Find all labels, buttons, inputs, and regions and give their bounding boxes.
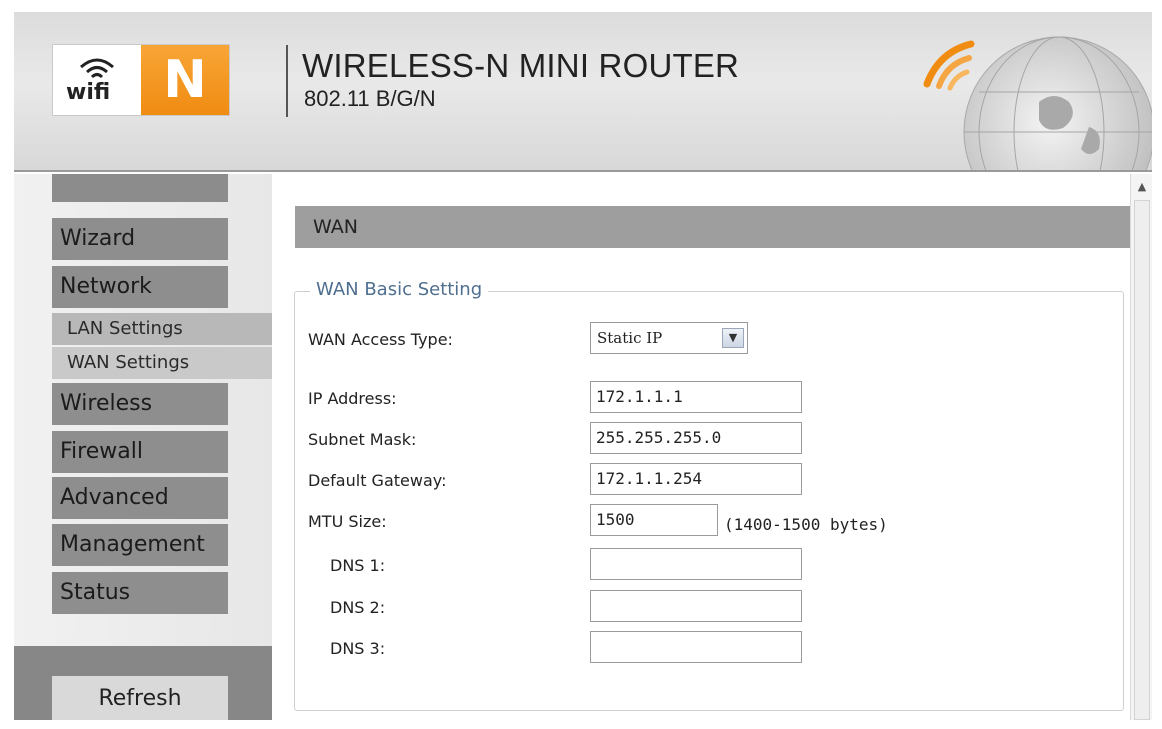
sidebar-item-firewall[interactable]: Firewall	[52, 431, 228, 473]
access-type-value: Static IP	[597, 329, 663, 347]
chevron-down-icon[interactable]: ▼	[722, 328, 744, 348]
ip-address-label: IP Address:	[308, 389, 397, 408]
wifi-logo: wifi	[53, 45, 141, 115]
section-title: WAN	[295, 206, 1130, 248]
subnet-mask-label: Subnet Mask:	[308, 430, 417, 449]
refresh-button[interactable]: Refresh	[52, 676, 228, 720]
sidebar-item-lan-settings[interactable]: LAN Settings	[52, 313, 272, 345]
sidebar: Wizard Network LAN Settings WAN Settings…	[14, 174, 272, 720]
header-divider	[286, 45, 288, 117]
sidebar-item-wireless[interactable]: Wireless	[52, 383, 228, 425]
wifi-n-logo: wifi N	[52, 44, 230, 116]
sidebar-item-wizard[interactable]: Wizard	[52, 218, 228, 260]
scrollbar-thumb[interactable]	[1134, 200, 1150, 720]
dns1-label: DNS 1:	[330, 556, 386, 575]
sidebar-item-advanced[interactable]: Advanced	[52, 477, 228, 519]
mtu-size-field[interactable]: 1500	[590, 504, 718, 536]
dns3-label: DNS 3:	[330, 639, 386, 658]
wifi-logo-text: wifi	[66, 80, 111, 105]
page-title: WIRELESS-N MINI ROUTER	[302, 47, 740, 84]
main-panel: WAN WAN Basic Setting WAN Access Type: S…	[272, 174, 1130, 720]
globe-signal-icon	[923, 36, 1152, 170]
scroll-up-arrow-icon[interactable]: ▲	[1133, 178, 1151, 196]
ip-address-field[interactable]: 172.1.1.1	[590, 381, 802, 413]
wan-access-type-select[interactable]: Static IP ▼	[590, 322, 748, 354]
n-logo-text: N	[141, 45, 229, 115]
wifi-signal-icon	[80, 58, 114, 79]
group-title: WAN Basic Setting	[310, 279, 489, 300]
subnet-mask-field[interactable]: 255.255.255.0	[590, 422, 802, 454]
header: wifi N WIRELESS-N MINI ROUTER 802.11 B/G…	[14, 12, 1152, 172]
sidebar-top-bar	[52, 174, 228, 202]
mtu-size-label: MTU Size:	[308, 512, 387, 531]
dns2-label: DNS 2:	[330, 598, 386, 617]
dns1-field[interactable]	[590, 548, 802, 580]
default-gateway-label: Default Gateway:	[308, 471, 447, 490]
access-type-label: WAN Access Type:	[308, 330, 453, 349]
sidebar-item-management[interactable]: Management	[52, 524, 228, 566]
sidebar-item-wan-settings[interactable]: WAN Settings	[52, 347, 272, 379]
mtu-range-hint: (1400-1500 bytes)	[724, 515, 888, 534]
vertical-scrollbar[interactable]: ▲	[1130, 174, 1152, 720]
dns2-field[interactable]	[590, 590, 802, 622]
page-subtitle: 802.11 B/G/N	[304, 86, 436, 111]
sidebar-item-network[interactable]: Network	[52, 266, 228, 308]
default-gateway-field[interactable]: 172.1.1.254	[590, 463, 802, 495]
sidebar-item-status[interactable]: Status	[52, 572, 228, 614]
dns3-field[interactable]	[590, 631, 802, 663]
